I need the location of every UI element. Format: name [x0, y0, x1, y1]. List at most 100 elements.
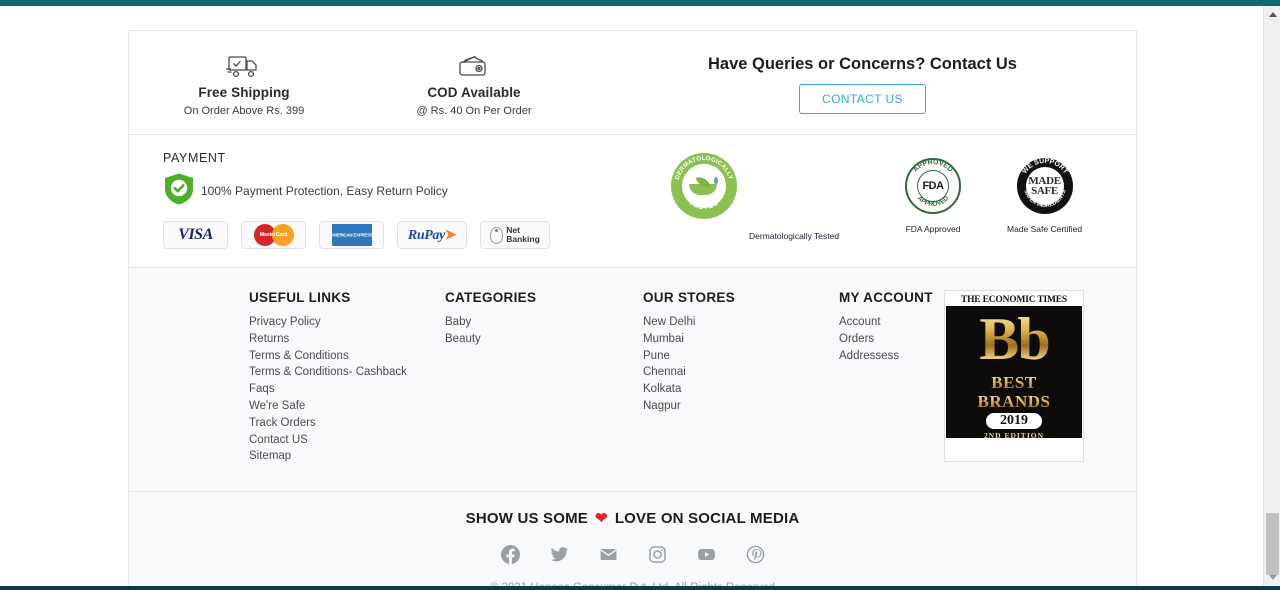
svg-text:APPROVED: APPROVED [916, 195, 951, 208]
footer-link-mumbai[interactable]: Mumbai [643, 331, 839, 348]
facebook-icon[interactable] [500, 545, 520, 565]
fda-approved-icon: FDA APPROVED APPROVED [905, 158, 961, 214]
svg-text:WE SUPPORT: WE SUPPORT [1021, 158, 1069, 176]
payment-card-net-banking: Net Banking [480, 221, 550, 249]
payment-card-visa: VISA [163, 221, 228, 249]
footer-link-sitemap[interactable]: Sitemap [249, 448, 445, 465]
heart-icon: ❤ [595, 510, 608, 528]
footer-link-returns[interactable]: Returns [249, 331, 445, 348]
economic-times-best-brands-badge: THE ECONOMIC TIMES Bb BEST BRANDS 2019 2… [944, 290, 1084, 462]
footer-link-nagpur[interactable]: Nagpur [643, 398, 839, 415]
page-canvas: Free Shipping On Order Above Rs. 399 COD… [0, 6, 1262, 590]
visa-logo: VISA [178, 226, 213, 243]
footer-link-terms-conditions[interactable]: Terms & Conditions [249, 348, 445, 365]
footer-link-kolkata[interactable]: Kolkata [643, 381, 839, 398]
payment-section: PAYMENT 100% Payment Protection, Easy Re… [129, 151, 649, 249]
footer-links-row: USEFUL LINKS Privacy Policy Returns Term… [129, 268, 1136, 493]
instagram-icon[interactable] [648, 545, 667, 564]
footer-link-chennai[interactable]: Chennai [643, 364, 839, 381]
scrollbar-thumb[interactable] [1266, 513, 1279, 575]
contact-us-button[interactable]: CONTACT US [799, 84, 926, 114]
made-safe-icon: MADE SAFE WE SUPPORT SAFER INGREDIENTS [1016, 158, 1073, 214]
made-safe-ring-text: WE SUPPORT SAFER INGREDIENTS [1021, 158, 1069, 209]
youtube-icon[interactable] [697, 545, 716, 564]
award-title-line2: BRANDS [977, 392, 1051, 411]
twitter-icon[interactable] [550, 545, 569, 564]
svg-text:APPROVED: APPROVED [912, 159, 954, 174]
email-icon[interactable] [599, 545, 618, 564]
page-root: Free Shipping On Order Above Rs. 399 COD… [0, 0, 1280, 590]
footer-link-faqs[interactable]: Faqs [249, 381, 445, 398]
footer-highlights-row: Free Shipping On Order Above Rs. 399 COD… [129, 31, 1136, 135]
footer-column-useful-links: USEFUL LINKS Privacy Policy Returns Term… [249, 290, 445, 465]
certification-label: Dermatologically Tested [749, 231, 840, 241]
footer-social-row: SHOW US SOME ❤ LOVE ON SOCIAL MEDIA [129, 492, 1136, 590]
footer-link-baby[interactable]: Baby [445, 314, 643, 331]
mastercard-logo-text: MasterCard [259, 232, 288, 238]
feature-subtitle: @ Rs. 40 On Per Order [416, 105, 532, 117]
net-banking-label: Net Banking [506, 226, 540, 244]
payment-card-american-express: AMERICAN EXPRESS [319, 221, 384, 249]
footer-link-terms-conditions-cashback[interactable]: Terms & Conditions- Cashback [249, 364, 445, 381]
wallet-icon [359, 51, 589, 81]
payment-protection: 100% Payment Protection, Easy Return Pol… [163, 173, 649, 209]
site-footer: Free Shipping On Order Above Rs. 399 COD… [128, 30, 1137, 590]
certification-label: Made Safe Certified [1007, 224, 1083, 234]
payment-protection-text: 100% Payment Protection, Easy Return Pol… [201, 184, 448, 198]
social-heading-before: SHOW US SOME [465, 510, 589, 528]
footer-link-track-orders[interactable]: Track Orders [249, 415, 445, 432]
certification-made-safe: MADE SAFE WE SUPPORT SAFER INGREDIENTS M… [1007, 158, 1082, 234]
column-heading: OUR STORES [643, 290, 736, 305]
award-year: 2019 [986, 413, 1042, 429]
footer-link-new-delhi[interactable]: New Delhi [643, 314, 839, 331]
footer-link-privacy-policy[interactable]: Privacy Policy [249, 314, 445, 331]
column-heading: USEFUL LINKS [249, 290, 351, 305]
payment-heading: PAYMENT [163, 151, 226, 165]
footer-link-pune[interactable]: Pune [643, 348, 839, 365]
rupay-logo-text: RuPay [407, 227, 445, 243]
footer-link-beauty[interactable]: Beauty [445, 331, 643, 348]
amex-logo-text: AMERICAN EXPRESS [330, 232, 373, 238]
mastercard-logo: MasterCard [253, 224, 294, 246]
certification-dermatologically-tested: DERMATOLOGICALLY TESTED Dermatologically… [671, 153, 839, 241]
shipping-truck-icon [129, 51, 359, 81]
footer-link-were-safe[interactable]: We're Safe [249, 398, 445, 415]
feature-free-shipping: Free Shipping On Order Above Rs. 399 [129, 47, 359, 118]
fda-ring-text: APPROVED APPROVED [912, 159, 954, 208]
browser-bottom-accent-bar [0, 586, 1280, 590]
scroll-up-arrow-icon[interactable] [1264, 6, 1280, 23]
svg-text:SAFER INGREDIENTS: SAFER INGREDIENTS [1022, 189, 1067, 209]
footer-column-my-account: MY ACCOUNT Account Orders Addressess [839, 290, 944, 465]
footer-link-orders[interactable]: Orders [839, 331, 944, 348]
column-heading: MY ACCOUNT [839, 290, 933, 305]
footer-link-account[interactable]: Account [839, 314, 944, 331]
social-heading: SHOW US SOME ❤ LOVE ON SOCIAL MEDIA [129, 510, 1136, 527]
payment-card-rupay: RuPay➤ [397, 221, 467, 249]
shield-check-icon [163, 172, 195, 211]
payment-and-certifications-row: PAYMENT 100% Payment Protection, Easy Re… [129, 135, 1136, 268]
net-banking-label-line2: Banking [506, 234, 540, 244]
award-title-line1: BEST [991, 373, 1037, 392]
footer-link-addressess[interactable]: Addressess [839, 348, 944, 365]
pinterest-icon[interactable] [746, 545, 765, 564]
net-banking-logo: Net Banking [490, 226, 540, 244]
rupay-arrow-icon: ➤ [444, 227, 457, 243]
payment-methods-list: VISA MasterCard AMERICAN EXPRESS RuPay➤ … [163, 221, 649, 249]
american-express-logo: AMERICAN EXPRESS [330, 224, 373, 246]
contact-heading: Have Queries or Concerns? Contact Us [707, 55, 1017, 73]
footer-column-our-stores: OUR STORES New Delhi Mumbai Pune Chennai… [643, 290, 839, 465]
social-heading-after: LOVE ON SOCIAL MEDIA [614, 510, 800, 528]
footer-link-contact-us[interactable]: Contact US [249, 432, 445, 449]
certifications-section: DERMATOLOGICALLY TESTED Dermatologically… [649, 151, 1136, 249]
vertical-scrollbar[interactable] [1263, 6, 1280, 586]
feature-title: COD Available [427, 85, 521, 100]
footer-column-award-badge: THE ECONOMIC TIMES Bb BEST BRANDS 2019 2… [944, 290, 1136, 465]
scroll-down-arrow-icon[interactable] [1264, 569, 1280, 586]
feature-title: Free Shipping [198, 85, 290, 100]
mouse-icon [490, 226, 504, 244]
social-icons-list [129, 545, 1136, 565]
footer-column-categories: CATEGORIES Baby Beauty [445, 290, 643, 465]
feature-subtitle: On Order Above Rs. 399 [183, 105, 305, 117]
certification-fda-approved: FDA APPROVED APPROVED FDA Approved [905, 158, 961, 234]
certification-label: FDA Approved [905, 224, 961, 234]
